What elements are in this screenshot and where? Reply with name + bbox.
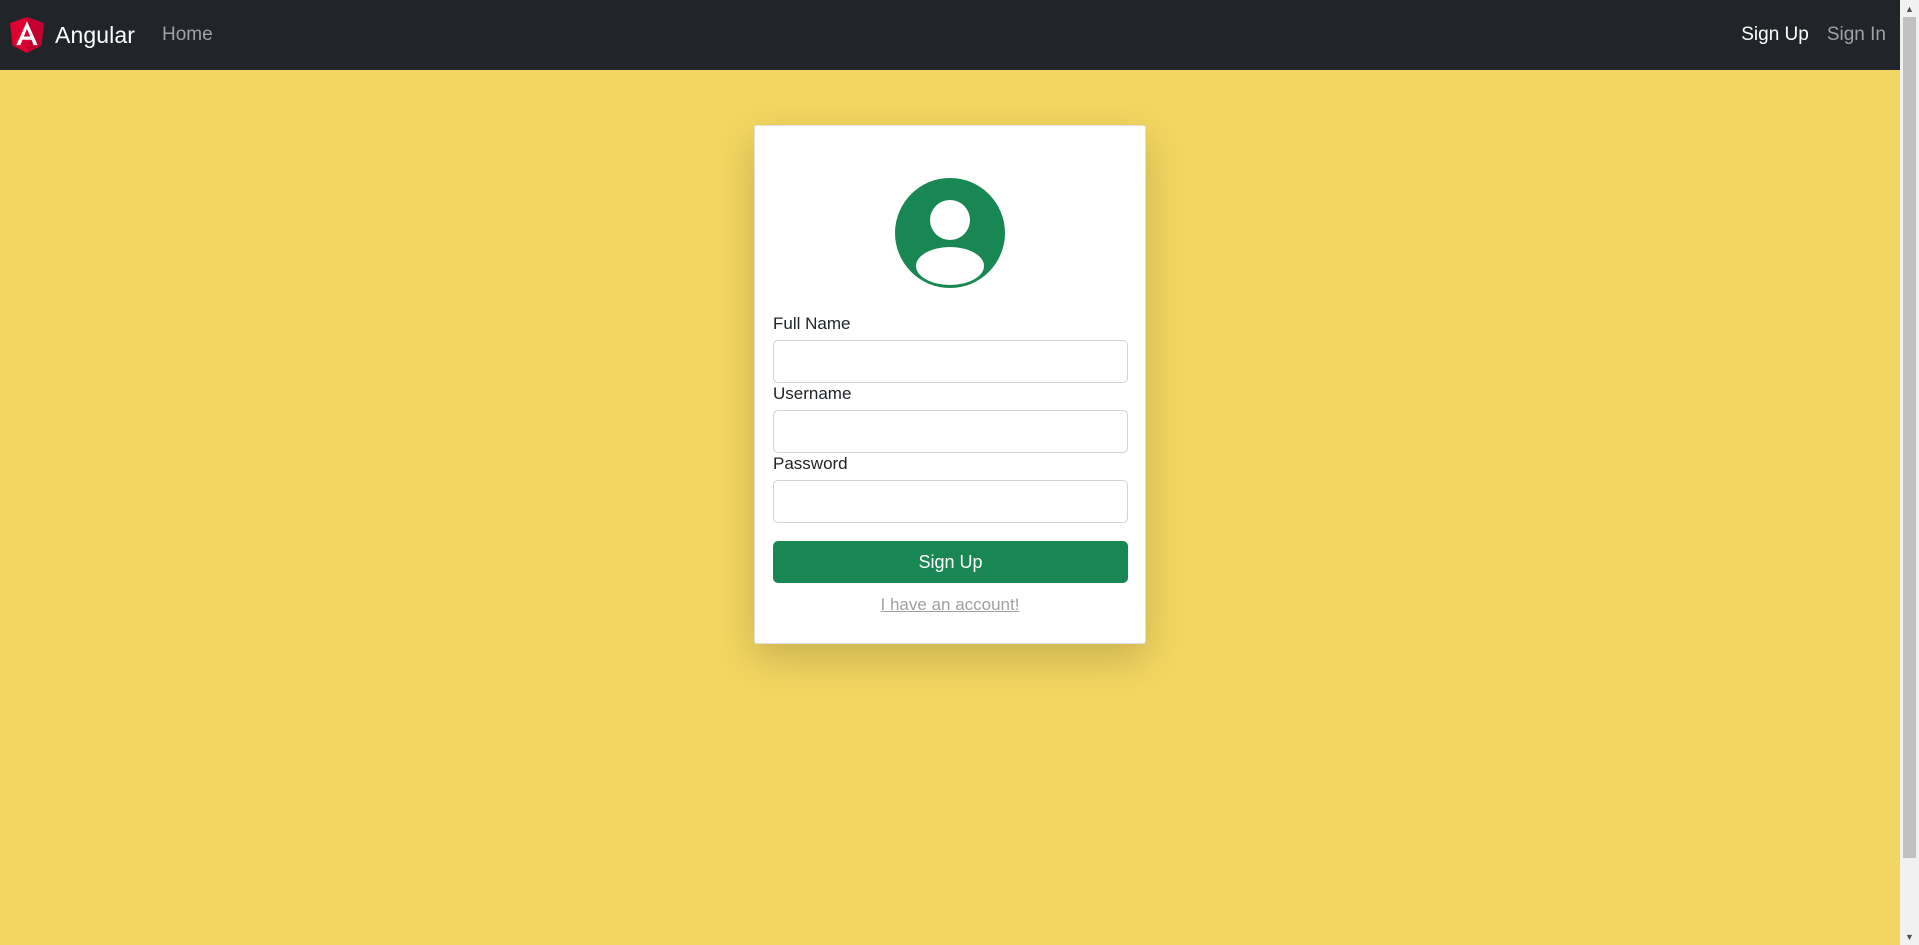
password-label: Password bbox=[773, 454, 848, 473]
full-name-input[interactable] bbox=[773, 340, 1128, 383]
angular-logo-icon bbox=[10, 17, 44, 53]
signup-card: Full Name Username Password Sign Up I ha… bbox=[754, 125, 1146, 644]
nav-home-link[interactable]: Home bbox=[162, 24, 213, 46]
nav-signup-link[interactable]: Sign Up bbox=[1741, 24, 1809, 46]
nav-signin-link[interactable]: Sign In bbox=[1827, 24, 1886, 46]
full-name-label: Full Name bbox=[773, 314, 851, 333]
vertical-scrollbar[interactable]: ▲ ▼ bbox=[1900, 0, 1919, 945]
top-navbar: Angular Home Sign Up Sign In bbox=[0, 0, 1900, 70]
brand-link[interactable]: Angular bbox=[10, 17, 135, 53]
user-avatar-icon bbox=[895, 178, 1005, 288]
scroll-up-arrow-icon[interactable]: ▲ bbox=[1900, 0, 1919, 17]
username-label: Username bbox=[773, 384, 852, 403]
signup-submit-button[interactable]: Sign Up bbox=[773, 541, 1128, 583]
nav-auth-links: Sign Up Sign In bbox=[1741, 24, 1886, 46]
password-input[interactable] bbox=[773, 480, 1128, 523]
scroll-down-arrow-icon[interactable]: ▼ bbox=[1900, 928, 1919, 945]
username-input[interactable] bbox=[773, 410, 1128, 453]
have-account-link[interactable]: I have an account! bbox=[755, 595, 1145, 615]
brand-name: Angular bbox=[55, 21, 135, 48]
scrollbar-thumb[interactable] bbox=[1903, 17, 1916, 858]
